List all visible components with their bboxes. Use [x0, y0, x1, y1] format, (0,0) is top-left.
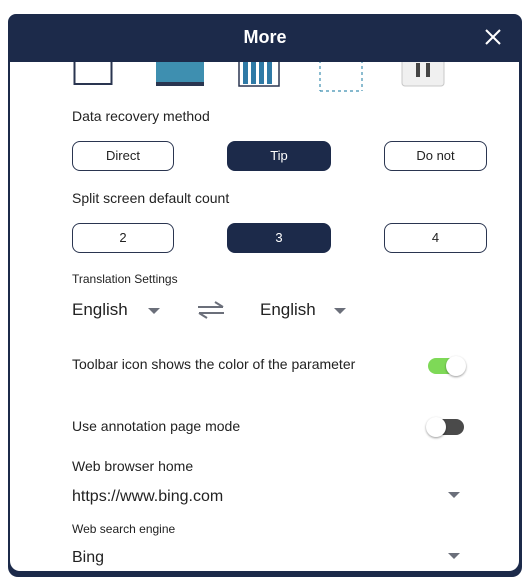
dashed-rect-icon[interactable]	[319, 62, 363, 97]
browser-home-label: Web browser home	[72, 458, 194, 474]
search-engine-value: Bing	[72, 549, 105, 566]
translation-target-value: English	[260, 300, 316, 319]
split-count-2-button[interactable]: 2	[72, 223, 174, 253]
toolbar-color-label: Toolbar icon shows the color of the para…	[72, 356, 356, 372]
chevron-down-icon	[448, 553, 460, 559]
search-engine-label: Web search engine	[72, 522, 176, 536]
data-recovery-tip-button[interactable]: Tip	[227, 141, 331, 171]
toggle-knob	[426, 417, 446, 437]
translation-label: Translation Settings	[72, 272, 178, 286]
translation-source-value: English	[72, 300, 128, 319]
filled-rect-icon[interactable]	[156, 62, 204, 91]
swap-language-icon[interactable]	[196, 300, 226, 325]
split-screen-label: Split screen default count	[72, 190, 230, 206]
annotation-mode-toggle[interactable]	[426, 417, 464, 437]
chevron-down-icon	[334, 308, 346, 314]
dialog-header: More	[8, 14, 522, 62]
close-icon[interactable]	[482, 26, 504, 48]
search-engine-select[interactable]: Bing	[72, 547, 472, 571]
pause-box-icon[interactable]	[401, 62, 445, 93]
browser-home-field[interactable]: https://www.bing.com	[72, 486, 472, 512]
chevron-down-icon	[148, 308, 160, 314]
translation-source-select[interactable]: English	[72, 298, 172, 324]
browser-home-value: https://www.bing.com	[72, 488, 224, 505]
striped-rect-icon[interactable]	[238, 62, 280, 92]
split-count-4-button[interactable]: 4	[384, 223, 487, 253]
annotation-mode-label: Use annotation page mode	[72, 418, 241, 434]
settings-panel: Data recovery method Direct Tip Do not S…	[10, 62, 519, 571]
square-outline-icon[interactable]	[73, 62, 113, 91]
data-recovery-donot-button[interactable]: Do not	[384, 141, 487, 171]
dialog-title: More	[243, 27, 287, 47]
data-recovery-label: Data recovery method	[72, 108, 210, 124]
data-recovery-direct-button[interactable]: Direct	[72, 141, 174, 171]
chevron-down-icon	[448, 492, 460, 498]
toggle-knob	[446, 356, 466, 376]
toolbar-color-toggle[interactable]	[428, 356, 466, 376]
translation-target-select[interactable]: English	[260, 298, 360, 324]
split-count-3-button[interactable]: 3	[227, 223, 331, 253]
